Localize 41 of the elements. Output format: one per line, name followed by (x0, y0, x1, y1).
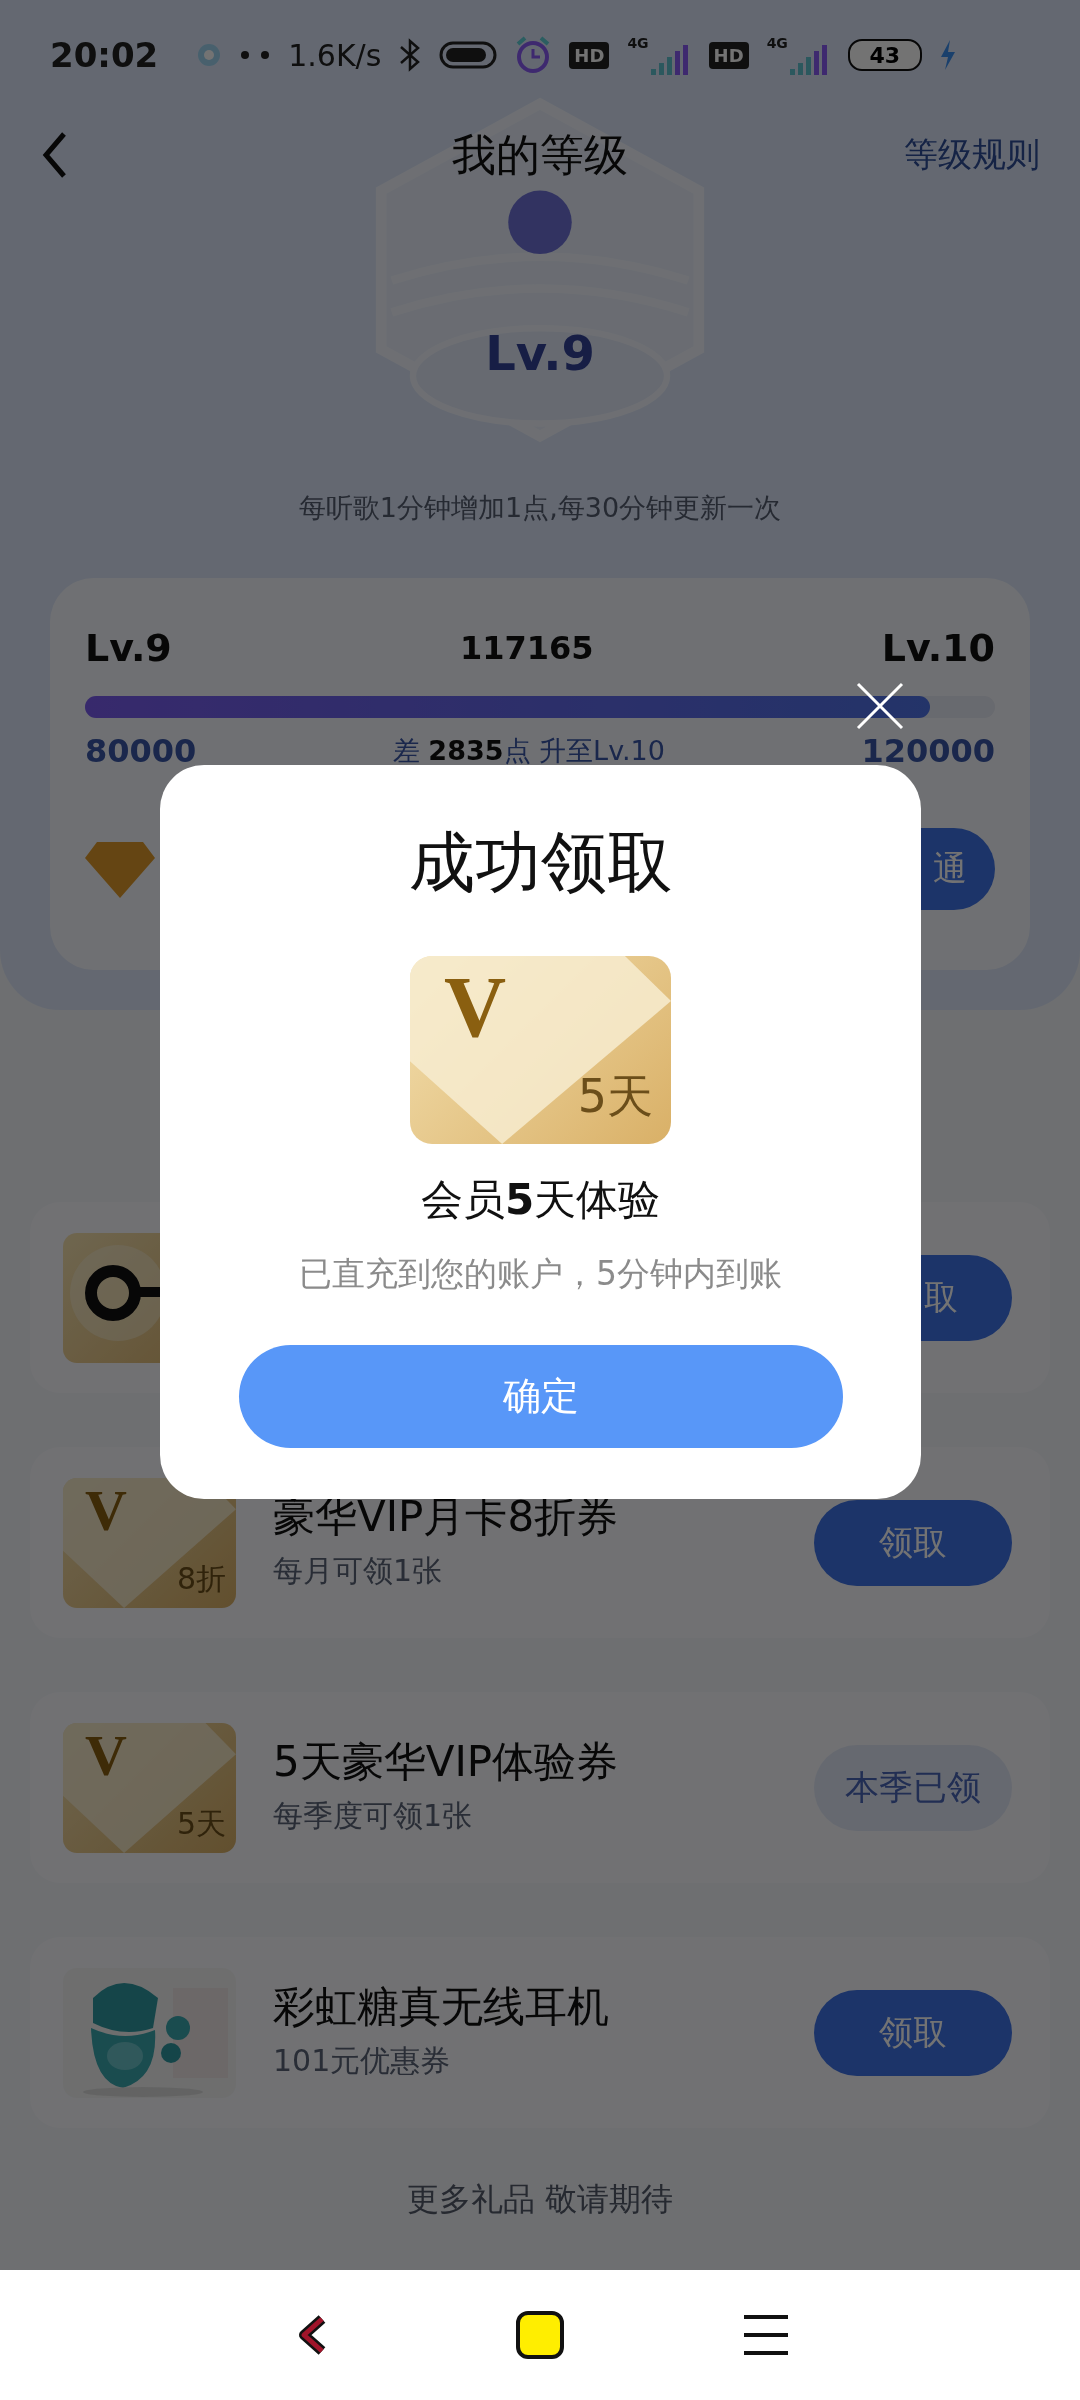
clock-time: 20:02 (50, 35, 159, 75)
claim-button[interactable]: 领取 (814, 1989, 1012, 2076)
gift-title: 彩虹糖真无线耳机 (273, 1982, 610, 2032)
signal-icon (650, 45, 691, 75)
vip-card-icon: V 5天 (410, 956, 671, 1144)
network-type: 4G (766, 35, 788, 51)
points-gap-text: 差 2835点 升至Lv.10 (392, 734, 665, 768)
hd-label: HD (569, 41, 610, 69)
signal-icon (789, 45, 830, 75)
points-hint: 每听歌1分钟增加1点,每30分钟更新一次 (297, 491, 783, 525)
network-type: 4G (627, 35, 649, 51)
level-min-points: 80000 (85, 732, 197, 770)
vip-diamond-icon (85, 840, 155, 898)
claim-button[interactable]: 领取 (814, 1499, 1012, 1586)
badge-level: Lv.9 (485, 325, 595, 381)
toggle-icon (439, 40, 498, 70)
level-max-points: 120000 (861, 732, 995, 770)
battery-level: 43 (847, 39, 922, 71)
next-level: Lv.10 (881, 626, 995, 670)
gift-subtitle: 101元优惠券 (273, 2042, 452, 2081)
gift-title: 豪华VIP月卡8折券 (273, 1492, 620, 1542)
current-level: Lv.9 (85, 626, 172, 670)
app-notification-icon (196, 42, 223, 68)
dialog-title: 成功领取 (408, 830, 673, 896)
more-gifts-note: 更多礼品 敬请期待 (405, 2179, 675, 2220)
close-icon[interactable] (856, 682, 904, 730)
hd-label: HD (708, 41, 749, 69)
alarm-icon (515, 36, 552, 74)
points-total: 117165 (460, 629, 594, 667)
reward-name: 会员5天体验 (420, 1174, 661, 1226)
dialog-message: 已直充到您的账户，5分钟内到账 (299, 1253, 782, 1295)
gift-subtitle: 每季度可领1张 (273, 1797, 474, 1836)
page-title: 我的等级 (452, 127, 628, 182)
bluetooth-icon (399, 38, 422, 72)
network-speed: 1.6K/s (288, 37, 382, 73)
charging-icon (939, 40, 956, 70)
level-rules-link[interactable]: 等级规则 (904, 132, 1040, 178)
confirm-button[interactable]: 确定 (238, 1345, 843, 1448)
gift-title: 5天豪华VIP体验券 (273, 1737, 620, 1787)
more-notifications-icon (240, 50, 271, 60)
gift-subtitle: 每月可领1张 (273, 1552, 444, 1591)
